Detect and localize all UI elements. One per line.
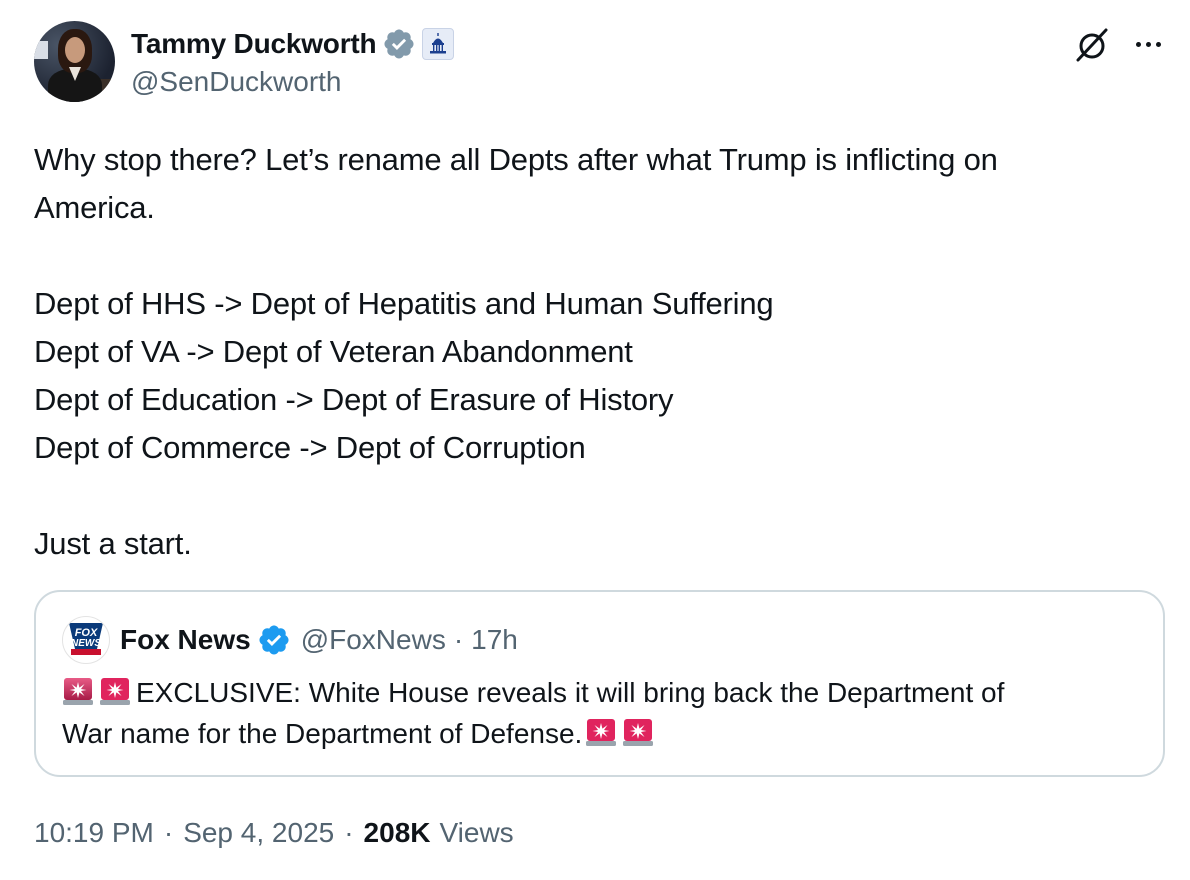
rotating-light-icon: [586, 719, 617, 746]
author-avatar[interactable]: [34, 21, 115, 102]
gray-verified-badge-icon[interactable]: [382, 27, 416, 61]
tweet-text: Why stop there? Let’s rename all Depts a…: [34, 136, 1154, 568]
more-icon[interactable]: [1128, 24, 1168, 64]
tweet-text-line: Just a start.: [34, 526, 192, 561]
rotating-light-icon: [100, 678, 130, 705]
tweet-text-line: Dept of HHS -> Dept of Hepatitis and Hum…: [34, 286, 774, 321]
author-display-name[interactable]: Tammy Duckworth: [131, 28, 377, 60]
tweet-text-line: Dept of Education -> Dept of Erasure of …: [34, 382, 674, 417]
quoted-author-handle[interactable]: @FoxNews: [301, 624, 446, 656]
author-name-row: Tammy Duckworth: [131, 26, 455, 62]
tweet-detail: Tammy Duckworth @SenDuckworth Why stop t…: [0, 0, 1190, 880]
rotating-light-icon: [623, 719, 654, 746]
tweet-text-line: America.: [34, 190, 155, 225]
quoted-tweet-time[interactable]: 17h: [471, 624, 518, 656]
quoted-tweet-header: FOX NEWS Fox News @FoxNews · 17h: [62, 616, 518, 664]
svg-text:NEWS: NEWS: [71, 638, 101, 649]
quoted-tweet-text: EXCLUSIVE: White House reveals it will b…: [62, 672, 1142, 754]
quoted-tweet-card[interactable]: FOX NEWS Fox News @FoxNews · 17h EXCLUSI…: [34, 590, 1165, 777]
tweet-text-line: Dept of VA -> Dept of Veteran Abandonmen…: [34, 334, 633, 369]
tweet-time[interactable]: 10:19 PM: [34, 817, 154, 849]
quoted-author-name[interactable]: Fox News: [120, 624, 251, 656]
quoted-tweet-line-1: EXCLUSIVE: White House reveals it will b…: [136, 677, 1005, 708]
views-count[interactable]: 208K: [364, 817, 431, 849]
separator-dot: ·: [344, 817, 354, 848]
quoted-tweet-line-2: War name for the Department of Defense.: [62, 718, 583, 749]
fox-news-logo[interactable]: FOX NEWS: [62, 616, 110, 664]
views-label: Views: [439, 817, 514, 848]
separator-dot: ·: [453, 624, 464, 655]
tweet-text-line: Why stop there? Let’s rename all Depts a…: [34, 142, 998, 177]
author-handle[interactable]: @SenDuckworth: [131, 66, 342, 98]
rotating-light-icon: [63, 678, 93, 705]
us-capitol-icon[interactable]: [422, 28, 455, 60]
tweet-text-line: Dept of Commerce -> Dept of Corruption: [34, 430, 586, 465]
quoted-tweet-line: EXCLUSIVE: White House reveals it will b…: [62, 672, 1142, 713]
separator-dot: ·: [163, 817, 174, 848]
blue-verified-badge-icon[interactable]: [257, 623, 291, 657]
tweet-footer: 10:19 PM · Sep 4, 2025 · 208K Views: [34, 812, 514, 854]
quoted-tweet-line: War name for the Department of Defense.: [62, 713, 1142, 754]
grok-icon[interactable]: [1072, 24, 1114, 66]
tweet-date[interactable]: Sep 4, 2025: [183, 817, 334, 849]
